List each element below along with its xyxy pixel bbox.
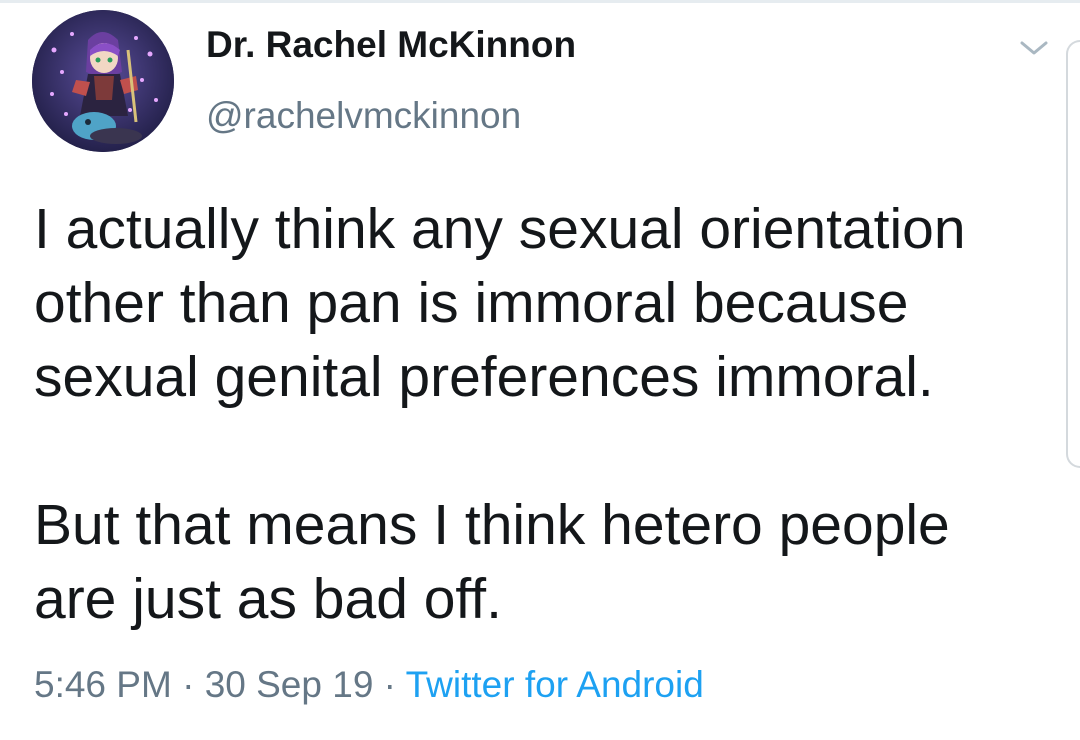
tweet-line: I actually think any sexual orientation (34, 197, 966, 261)
tweet-text: I actually think any sexual orientation … (34, 192, 1044, 636)
tweet-metadata: 5:46 PM · 30 Sep 19 · Twitter for Androi… (34, 664, 704, 706)
tweet-line: But that means I think hetero people (34, 493, 950, 557)
avatar[interactable] (32, 10, 174, 152)
tweet-line: are just as bad off. (34, 567, 502, 631)
separator-dot: · (171, 664, 205, 705)
divider (0, 0, 1080, 3)
separator-dot: · (373, 664, 406, 705)
avatar-image (32, 10, 174, 152)
tweet-paragraph: But that means I think hetero people are… (34, 488, 1044, 636)
tweet-date[interactable]: 30 Sep 19 (205, 664, 374, 705)
tweet-source-link[interactable]: Twitter for Android (406, 664, 704, 705)
tweet-time[interactable]: 5:46 PM (34, 664, 172, 705)
author-handle[interactable]: @rachelvmckinnon (206, 95, 521, 137)
adjacent-card-edge (1066, 40, 1080, 468)
author-display-name[interactable]: Dr. Rachel McKinnon (206, 24, 576, 66)
tweet-card: Dr. Rachel McKinnon @rachelvmckinnon I a… (0, 0, 1080, 740)
tweet-line: other than pan is immoral because (34, 271, 909, 335)
tweet-paragraph: I actually think any sexual orientation … (34, 192, 1044, 414)
tweet-line: sexual genital preferences immoral. (34, 345, 934, 409)
chevron-down-icon[interactable] (1014, 34, 1054, 62)
